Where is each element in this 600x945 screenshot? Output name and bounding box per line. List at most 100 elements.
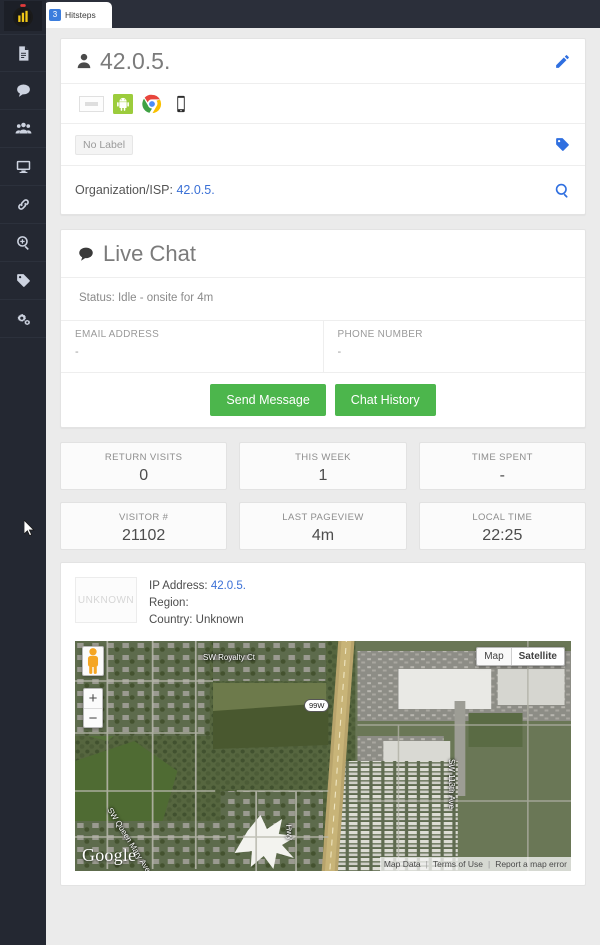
organization-row: Organization/ISP: 42.0.5. [61,166,585,214]
map-attribution-bar: Map Data | Terms of Use | Report a map e… [379,857,571,871]
stat-title: LAST PAGEVIEW [282,512,364,523]
users-icon [15,122,31,134]
sidebar-nav [0,34,46,338]
chat-history-button[interactable]: Chat History [334,384,436,416]
map-type-satellite-button[interactable]: Satellite [510,648,564,665]
map-data-link[interactable]: Map Data [384,859,421,869]
report-map-error-link[interactable]: Report a map error [495,859,567,869]
sidebar-item-analytics[interactable] [0,224,46,262]
profile-header-row: 42.0.5. [61,39,585,84]
map-zoom-in-button[interactable]: + [84,689,102,708]
stat-title: RETURN VISITS [104,452,183,463]
terms-of-use-link[interactable]: Terms of Use [433,859,483,869]
stat-title: VISITOR # [118,512,169,523]
gears-icon [17,314,30,326]
sidebar-item-visitors[interactable] [0,110,46,148]
label-row: No Label [61,124,585,166]
phone-field-group: PHONE NUMBER - [322,321,586,372]
country-label: Country: [149,614,193,626]
location-summary: UNKNOWN IP Address: 42.0.5. Region: Coun… [75,577,571,629]
live-chat-actions: Send Message Chat History [61,373,585,427]
email-field-group: EMAIL ADDRESS - [61,321,323,372]
sidebar-item-settings[interactable] [0,300,46,338]
visitor-profile-panel: 42.0.5. No Label Organization/ISP: 42.0.… [60,38,586,215]
chrome-icon [142,94,162,113]
live-chat-panel: Live Chat Status: Idle - onsite for 4m E… [60,229,586,428]
stats-grid-row-1: RETURN VISITS 0 THIS WEEK 1 TIME SPENT - [60,442,586,490]
map-type-map-button[interactable]: Map [477,648,511,665]
highway-shield-99w: 99W [304,699,330,712]
map-zoom-out-button[interactable]: − [84,708,102,727]
stat-box-last-pageview: LAST PAGEVIEW 4m [239,502,407,550]
main-content: 42.0.5. No Label Organization/ISP: 42.0.… [46,28,600,945]
stopwatch-logo-icon [13,4,33,28]
stat-value: 1 [318,467,328,484]
sidebar-item-labels[interactable] [0,262,46,300]
person-icon [77,53,91,69]
attribution-separator: | [487,859,491,869]
region-line: Region: [149,595,246,612]
sidebar-item-realtime[interactable] [0,148,46,186]
flag-unknown-icon [79,95,104,112]
visitor-name: 42.0.5. [100,47,171,74]
stat-box-local-time: LOCAL TIME 22:25 [418,502,586,550]
stat-title: LOCAL TIME [472,512,533,523]
google-logo: Google [82,845,137,865]
tag-icon[interactable] [554,136,571,153]
sidebar-item-reports[interactable] [0,34,46,72]
stat-box-return-visits: RETURN VISITS 0 [60,442,228,490]
ip-address-value-link[interactable]: 42.0.5. [211,580,246,592]
organization-text: Organization/ISP: 42.0.5. [75,183,215,197]
attribution-separator: | [425,859,428,869]
region-label: Region: [149,597,189,609]
search-plus-icon [16,236,29,251]
stat-value: 0 [139,467,149,484]
phone-field-value[interactable]: - [338,346,572,358]
location-details: IP Address: 42.0.5. Region: Country: Unk… [149,577,246,629]
sidebar-item-links[interactable] [0,186,46,224]
live-chat-fields: EMAIL ADDRESS - PHONE NUMBER - [61,321,585,373]
send-message-button[interactable]: Send Message [210,384,326,416]
pencil-icon[interactable] [554,53,571,70]
stat-title: THIS WEEK [295,452,351,463]
stat-title: TIME SPENT [471,452,533,463]
hitsteps-logo[interactable] [4,1,42,31]
email-field-value[interactable]: - [75,346,309,358]
monitor-icon [16,160,30,174]
stat-box-time-spent: TIME SPENT - [418,442,586,490]
tab-title: Hitsteps [65,10,96,20]
app-root: 3 Hitsteps 42.0.5. No Label Organization… [0,0,600,945]
stat-box-visitor-number: VISITOR # 21102 [60,502,228,550]
map-type-control: Map Satellite [476,647,565,666]
live-chat-status: Status: Idle - onsite for 4m [61,278,585,321]
email-field-label: EMAIL ADDRESS [75,329,160,340]
search-icon[interactable] [554,182,571,199]
ip-address-label: IP Address: [149,580,208,592]
organization-value-link[interactable]: 42.0.5. [176,183,214,197]
sidebar-item-live-chat[interactable] [0,72,46,110]
stat-value: - [499,467,505,484]
no-label-chip[interactable]: No Label [75,134,134,155]
country-value: Unknown [195,614,244,626]
tech-icons-row [61,84,585,124]
street-view-pegman-icon[interactable] [82,646,104,676]
tab-favicon-badge: 3 [49,9,61,21]
location-map[interactable]: SW Royalty Ct SW 113th Ave SW Queen Mary… [75,641,571,871]
page-title: 42.0.5. [75,48,170,75]
ip-address-line: IP Address: 42.0.5. [149,578,246,595]
map-zoom-controls: + − [83,688,103,728]
live-chat-header: Live Chat [61,230,585,278]
browser-tab[interactable]: 3 Hitsteps [44,2,112,28]
country-flag-thumbnail: UNKNOWN [75,577,137,623]
country-line: Country: Unknown [149,612,246,629]
phone-field-label: PHONE NUMBER [337,329,423,340]
link-icon [17,199,29,210]
stats-grid-row-2: VISITOR # 21102 LAST PAGEVIEW 4m LOCAL T… [60,502,586,550]
left-sidebar [0,0,46,945]
document-icon [18,45,28,61]
stat-value: 21102 [122,527,166,544]
android-icon [113,93,133,114]
browser-tab-bar: 3 Hitsteps [0,0,600,28]
location-panel: UNKNOWN IP Address: 42.0.5. Region: Coun… [60,562,586,886]
stat-value: 4m [311,527,335,544]
